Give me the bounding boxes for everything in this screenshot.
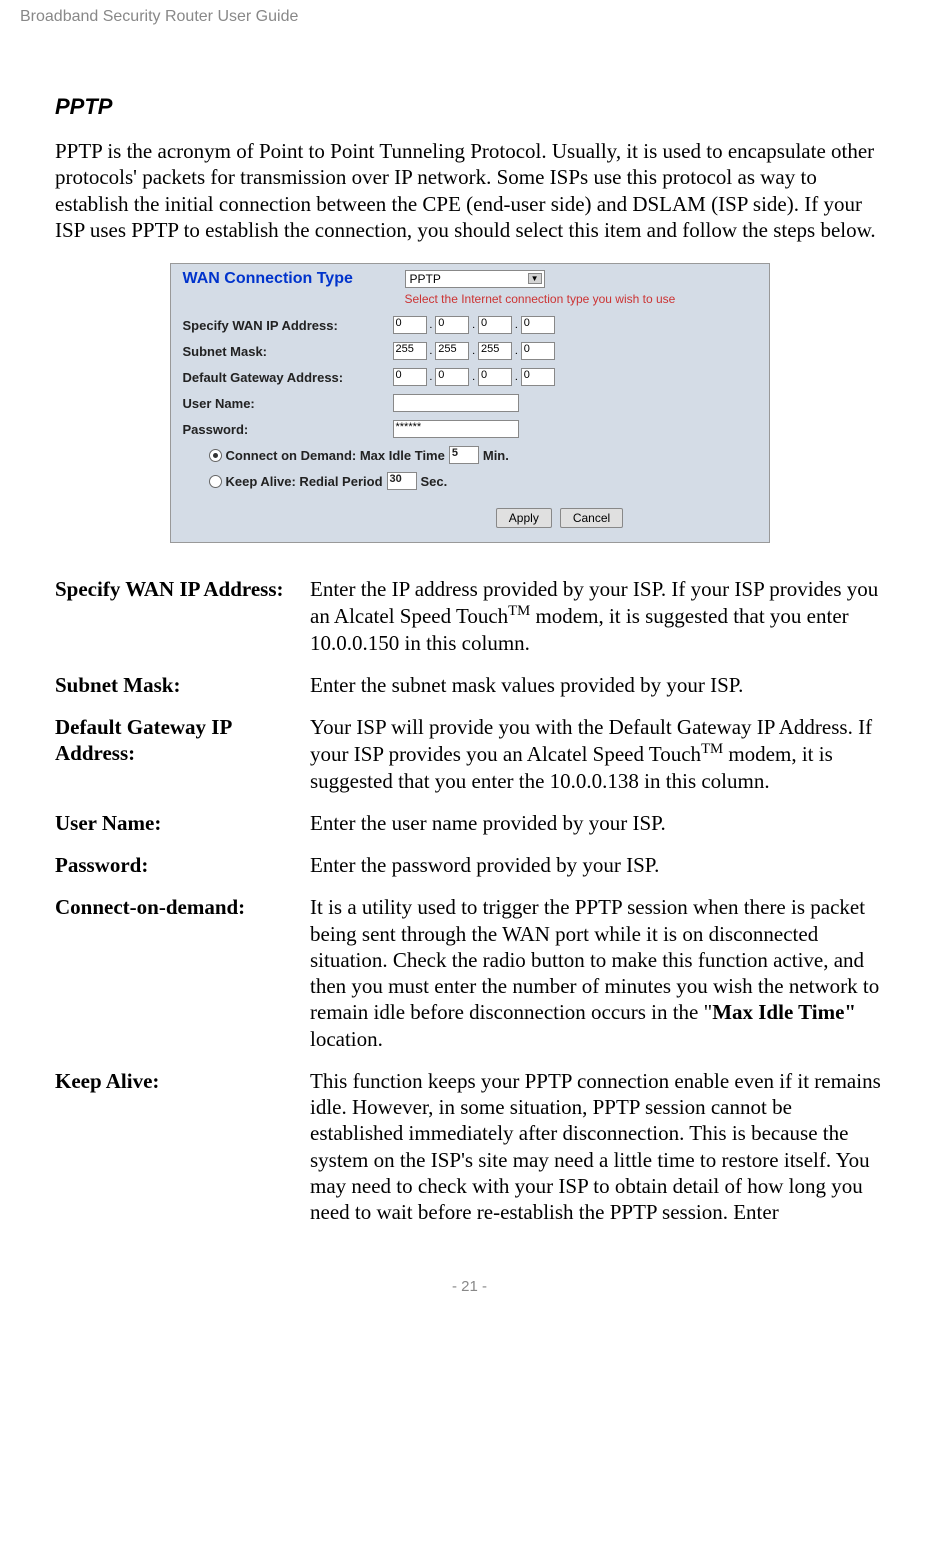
wan-connection-type-label: WAN Connection Type bbox=[183, 270, 405, 288]
wan-ip-octet-2[interactable]: 0 bbox=[435, 316, 469, 334]
cancel-button[interactable]: Cancel bbox=[560, 508, 623, 528]
subnet-octet-1[interactable]: 255 bbox=[393, 342, 427, 360]
wan-ip-octet-3[interactable]: 0 bbox=[478, 316, 512, 334]
gateway-octet-4[interactable]: 0 bbox=[521, 368, 555, 386]
max-idle-time-input[interactable]: 5 bbox=[449, 446, 479, 464]
username-label: User Name: bbox=[183, 396, 393, 411]
def-connect-on-demand-text: It is a utility used to trigger the PPTP… bbox=[310, 886, 884, 1060]
subnet-row: Subnet Mask: 255. 255. 255. 0 bbox=[171, 338, 769, 364]
subnet-octet-2[interactable]: 255 bbox=[435, 342, 469, 360]
page-footer: - 21 - bbox=[0, 1253, 939, 1307]
screenshot-container: WAN Connection Type PPTP Select the Inte… bbox=[55, 263, 884, 543]
def-keep-alive-text: This function keeps your PPTP connection… bbox=[310, 1060, 884, 1234]
section-title: PPTP bbox=[55, 94, 884, 120]
redial-period-input[interactable]: 30 bbox=[387, 472, 417, 490]
def-wan-ip-text: Enter the IP address provided by your IS… bbox=[310, 568, 884, 664]
wan-ip-row: Specify WAN IP Address: 0. 0. 0. 0 bbox=[171, 312, 769, 338]
def-subnet-text: Enter the subnet mask values provided by… bbox=[310, 664, 884, 706]
intro-paragraph: PPTP is the acronym of Point to Point Tu… bbox=[55, 138, 884, 243]
gateway-label: Default Gateway Address: bbox=[183, 370, 393, 385]
button-row: Apply Cancel bbox=[171, 494, 769, 532]
apply-button[interactable]: Apply bbox=[496, 508, 552, 528]
connect-on-demand-radio[interactable] bbox=[209, 449, 222, 462]
def-password-text: Enter the password provided by your ISP. bbox=[310, 844, 884, 886]
def-gateway-text: Your ISP will provide you with the Defau… bbox=[310, 706, 884, 802]
doc-header: Broadband Security Router User Guide bbox=[0, 0, 939, 34]
def-connect-on-demand-label: Connect-on-demand: bbox=[55, 886, 310, 1060]
def-gateway-label: Default Gateway IP Address: bbox=[55, 706, 310, 802]
def-username-text: Enter the user name provided by your ISP… bbox=[310, 802, 884, 844]
wan-header-row: WAN Connection Type PPTP bbox=[171, 264, 769, 290]
username-input[interactable] bbox=[393, 394, 519, 412]
password-label: Password: bbox=[183, 422, 393, 437]
wan-ip-octet-1[interactable]: 0 bbox=[393, 316, 427, 334]
min-suffix: Min. bbox=[483, 448, 509, 463]
password-input[interactable]: ****** bbox=[393, 420, 519, 438]
def-keep-alive-label: Keep Alive: bbox=[55, 1060, 310, 1234]
keep-alive-label: Keep Alive: Redial Period bbox=[226, 474, 383, 489]
wan-hint-text: Select the Internet connection type you … bbox=[171, 290, 769, 312]
sec-suffix: Sec. bbox=[421, 474, 448, 489]
keep-alive-radio[interactable] bbox=[209, 475, 222, 488]
wan-ip-octet-4[interactable]: 0 bbox=[521, 316, 555, 334]
router-config-panel: WAN Connection Type PPTP Select the Inte… bbox=[170, 263, 770, 543]
wan-type-dropdown[interactable]: PPTP bbox=[405, 270, 545, 288]
connect-on-demand-row: Connect on Demand: Max Idle Time 5 Min. bbox=[171, 442, 769, 468]
keep-alive-row: Keep Alive: Redial Period 30 Sec. bbox=[171, 468, 769, 494]
def-subnet-label: Subnet Mask: bbox=[55, 664, 310, 706]
password-row: Password: ****** bbox=[171, 416, 769, 442]
gateway-row: Default Gateway Address: 0. 0. 0. 0 bbox=[171, 364, 769, 390]
gateway-octet-2[interactable]: 0 bbox=[435, 368, 469, 386]
subnet-label: Subnet Mask: bbox=[183, 344, 393, 359]
definitions-table: Specify WAN IP Address: Enter the IP add… bbox=[55, 568, 884, 1233]
username-row: User Name: bbox=[171, 390, 769, 416]
subnet-octet-3[interactable]: 255 bbox=[478, 342, 512, 360]
connect-on-demand-label: Connect on Demand: Max Idle Time bbox=[226, 448, 445, 463]
def-password-label: Password: bbox=[55, 844, 310, 886]
gateway-octet-3[interactable]: 0 bbox=[478, 368, 512, 386]
def-username-label: User Name: bbox=[55, 802, 310, 844]
gateway-octet-1[interactable]: 0 bbox=[393, 368, 427, 386]
content-area: PPTP PPTP is the acronym of Point to Poi… bbox=[0, 34, 939, 1253]
wan-ip-label: Specify WAN IP Address: bbox=[183, 318, 393, 333]
subnet-octet-4[interactable]: 0 bbox=[521, 342, 555, 360]
def-wan-ip-label: Specify WAN IP Address: bbox=[55, 568, 310, 664]
